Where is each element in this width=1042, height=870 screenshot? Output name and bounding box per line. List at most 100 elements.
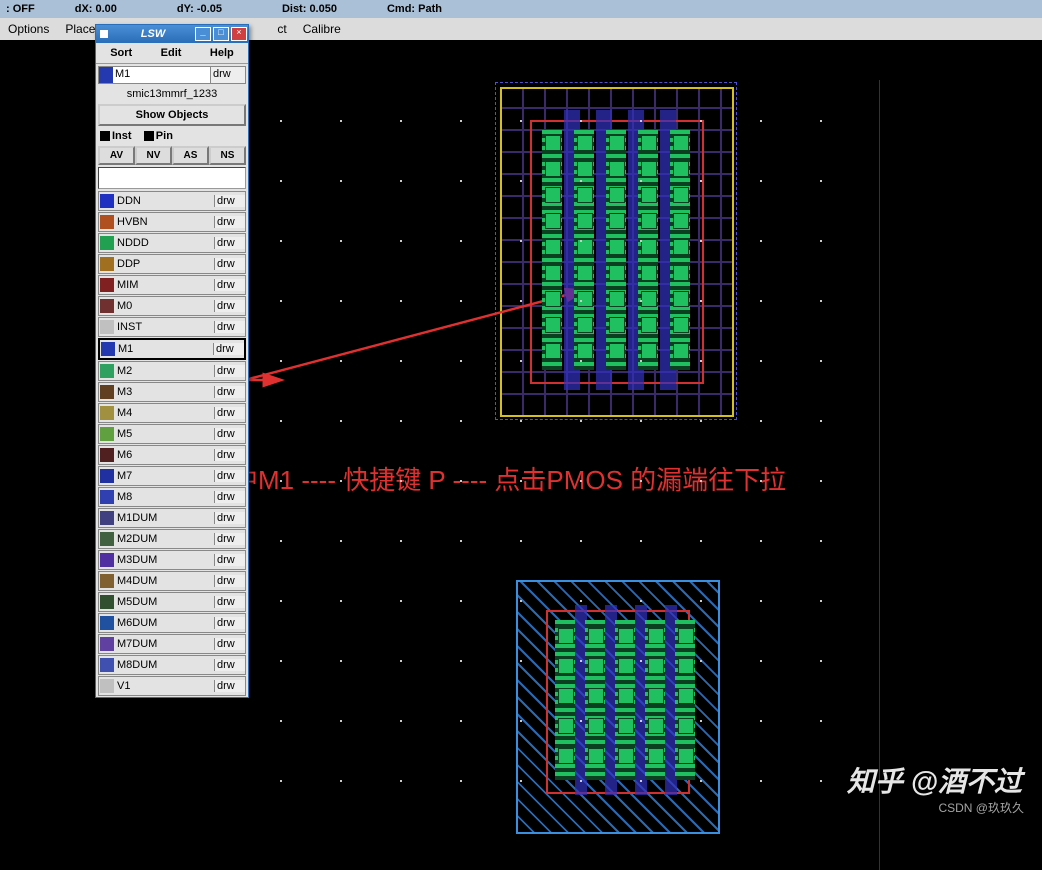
grid-dot — [580, 360, 582, 362]
layer-name: M3 — [115, 386, 214, 398]
layer-swatch-icon — [100, 595, 114, 609]
layer-purpose: drw — [214, 428, 245, 440]
layer-swatch-icon — [100, 215, 114, 229]
layer-purpose: drw — [214, 321, 245, 333]
grid-dot — [460, 240, 462, 242]
layer-row-ddn[interactable]: DDNdrw — [98, 191, 246, 211]
pin-checkbox[interactable] — [144, 131, 154, 141]
contact-via — [577, 161, 593, 177]
contact-via — [609, 317, 625, 333]
contact-via — [641, 265, 657, 281]
layer-row-m7dum[interactable]: M7DUMdrw — [98, 634, 246, 654]
contact-via — [545, 291, 561, 307]
grid-dot — [760, 660, 762, 662]
nv-button[interactable]: NV — [135, 146, 172, 165]
layer-row-m7[interactable]: M7drw — [98, 466, 246, 486]
layer-purpose: drw — [214, 470, 245, 482]
grid-dot — [700, 660, 702, 662]
layer-row-m8dum[interactable]: M8DUMdrw — [98, 655, 246, 675]
current-layer-row[interactable]: M1 drw — [98, 66, 246, 84]
layer-row-ddp[interactable]: DDPdrw — [98, 254, 246, 274]
grid-dot — [580, 120, 582, 122]
layer-row-mim[interactable]: MIMdrw — [98, 275, 246, 295]
contact-via — [641, 317, 657, 333]
inst-checkbox[interactable] — [100, 131, 110, 141]
grid-dot — [460, 720, 462, 722]
ns-button[interactable]: NS — [209, 146, 246, 165]
grid-dot — [820, 420, 822, 422]
layer-purpose: drw — [214, 258, 245, 270]
lsw-menu-help[interactable]: Help — [210, 47, 234, 59]
layer-row-v1[interactable]: V1drw — [98, 676, 246, 696]
layer-purpose: drw — [214, 365, 245, 377]
layer-row-m2[interactable]: M2drw — [98, 361, 246, 381]
show-objects-button[interactable]: Show Objects — [98, 104, 246, 126]
layer-row-m5dum[interactable]: M5DUMdrw — [98, 592, 246, 612]
contact-via — [558, 748, 574, 764]
contact-via — [588, 658, 604, 674]
close-button[interactable]: × — [231, 27, 247, 41]
layer-swatch-icon — [100, 194, 114, 208]
layer-purpose: drw — [214, 491, 245, 503]
layer-row-m1dum[interactable]: M1DUMdrw — [98, 508, 246, 528]
grid-dot — [520, 540, 522, 542]
minimize-button[interactable]: _ — [195, 27, 211, 41]
contact-via — [609, 135, 625, 151]
layer-swatch-icon — [101, 342, 115, 356]
layer-purpose: drw — [214, 575, 245, 587]
layer-row-m4dum[interactable]: M4DUMdrw — [98, 571, 246, 591]
menu-options[interactable]: Options — [0, 22, 57, 36]
contact-via — [648, 718, 664, 734]
grid-dot — [580, 600, 582, 602]
layer-row-m3[interactable]: M3drw — [98, 382, 246, 402]
status-dist: Dist: 0.050 — [282, 3, 337, 15]
av-button[interactable]: AV — [98, 146, 135, 165]
layer-name: M8 — [115, 491, 214, 503]
grid-dot — [640, 600, 642, 602]
grid-dot — [280, 660, 282, 662]
layer-name: INST — [115, 321, 214, 333]
menu-calibre[interactable]: Calibre — [295, 22, 349, 36]
maximize-button[interactable]: □ — [213, 27, 229, 41]
layer-row-inst[interactable]: INSTdrw — [98, 317, 246, 337]
grid-dot — [280, 420, 282, 422]
status-dy: dY: -0.05 — [177, 3, 222, 15]
layer-list[interactable]: DDNdrwHVBNdrwNDDDdrwDDPdrwMIMdrwM0drwINS… — [96, 191, 248, 696]
layer-row-m8[interactable]: M8drw — [98, 487, 246, 507]
layer-row-m2dum[interactable]: M2DUMdrw — [98, 529, 246, 549]
layer-name: M1 — [116, 343, 213, 355]
sysmenu-icon[interactable] — [100, 30, 108, 38]
layer-row-m5[interactable]: M5drw — [98, 424, 246, 444]
layer-swatch-icon — [100, 469, 114, 483]
grid-dot — [700, 300, 702, 302]
lsw-titlebar[interactable]: LSW _ □ × — [96, 25, 248, 43]
grid-dot — [460, 780, 462, 782]
grid-dot — [460, 120, 462, 122]
menu-obscured[interactable]: ct — [269, 22, 294, 36]
layer-row-nddd[interactable]: NDDDdrw — [98, 233, 246, 253]
grid-dot — [340, 780, 342, 782]
layer-row-m6dum[interactable]: M6DUMdrw — [98, 613, 246, 633]
grid-dot — [340, 240, 342, 242]
lsw-menu-sort[interactable]: Sort — [110, 47, 132, 59]
layer-filter-input[interactable] — [98, 167, 246, 189]
grid-dot — [700, 780, 702, 782]
layer-row-m4[interactable]: M4drw — [98, 403, 246, 423]
grid-dot — [580, 420, 582, 422]
contact-via — [545, 135, 561, 151]
grid-dot — [580, 180, 582, 182]
layer-swatch-icon — [100, 236, 114, 250]
grid-dot — [700, 360, 702, 362]
layer-row-hvbn[interactable]: HVBNdrw — [98, 212, 246, 232]
layer-row-m1[interactable]: M1drw — [98, 338, 246, 360]
contact-via — [577, 135, 593, 151]
layer-row-m6[interactable]: M6drw — [98, 445, 246, 465]
layer-row-m3dum[interactable]: M3DUMdrw — [98, 550, 246, 570]
lsw-window[interactable]: LSW _ □ × Sort Edit Help M1 drw smic13mm… — [95, 24, 249, 698]
lsw-menu-edit[interactable]: Edit — [161, 47, 182, 59]
grid-dot — [640, 300, 642, 302]
layer-row-m0[interactable]: M0drw — [98, 296, 246, 316]
status-snap: : OFF — [6, 3, 35, 15]
layer-name: M6 — [115, 449, 214, 461]
as-button[interactable]: AS — [172, 146, 209, 165]
